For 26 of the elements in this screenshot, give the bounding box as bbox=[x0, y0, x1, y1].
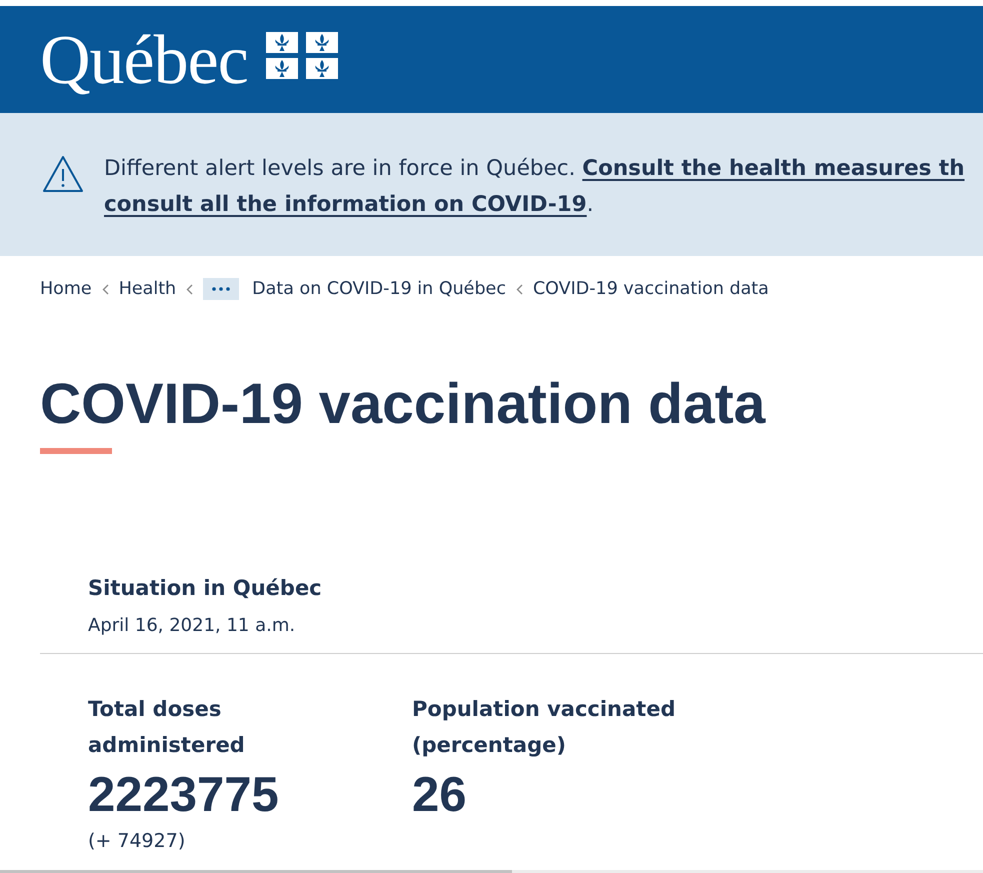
warning-icon bbox=[42, 155, 84, 193]
breadcrumb-link[interactable]: Health bbox=[118, 276, 176, 302]
chevron-left-icon bbox=[186, 284, 194, 294]
stat-value: 2223775 bbox=[88, 767, 280, 823]
alert-message: Different alert levels are in force in Québec. Consult the health measures th consult all the information on COVID-19. bbox=[104, 155, 965, 219]
update-date: April 16, 2021, 11 a.m. bbox=[87, 614, 296, 638]
ellipsis-icon bbox=[212, 287, 230, 291]
logo-wordmark[interactable]: Québec bbox=[40, 26, 248, 96]
stat-label: Population vaccinated (percentage) bbox=[412, 696, 676, 759]
title-underline bbox=[40, 448, 112, 454]
more-breadcrumbs-button[interactable] bbox=[203, 278, 240, 300]
scrollbar-thumb[interactable] bbox=[0, 870, 512, 873]
stat-label: Total doses administered bbox=[88, 696, 246, 759]
section-heading: Situation in Québec bbox=[87, 575, 323, 602]
stat-change: (+ 74927) bbox=[88, 829, 186, 854]
horizontal-scrollbar[interactable] bbox=[0, 870, 983, 873]
stat-value: 26 bbox=[412, 767, 468, 823]
breadcrumb-link[interactable]: Data on COVID-19 in Québec bbox=[252, 276, 506, 302]
alert-link[interactable]: consult all the information on COVID-19 bbox=[104, 192, 587, 217]
chevron-left-icon bbox=[516, 284, 523, 294]
breadcrumb-current: COVID-19 vaccination data bbox=[532, 278, 769, 301]
alert-link[interactable]: Consult the health measures th bbox=[582, 156, 965, 181]
chevron-left-icon bbox=[102, 284, 109, 294]
page-title: COVID-19 vaccination data bbox=[39, 376, 767, 433]
breadcrumb-link[interactable]: Home bbox=[40, 276, 92, 302]
fleur-de-lis-flag-icon bbox=[266, 32, 338, 79]
